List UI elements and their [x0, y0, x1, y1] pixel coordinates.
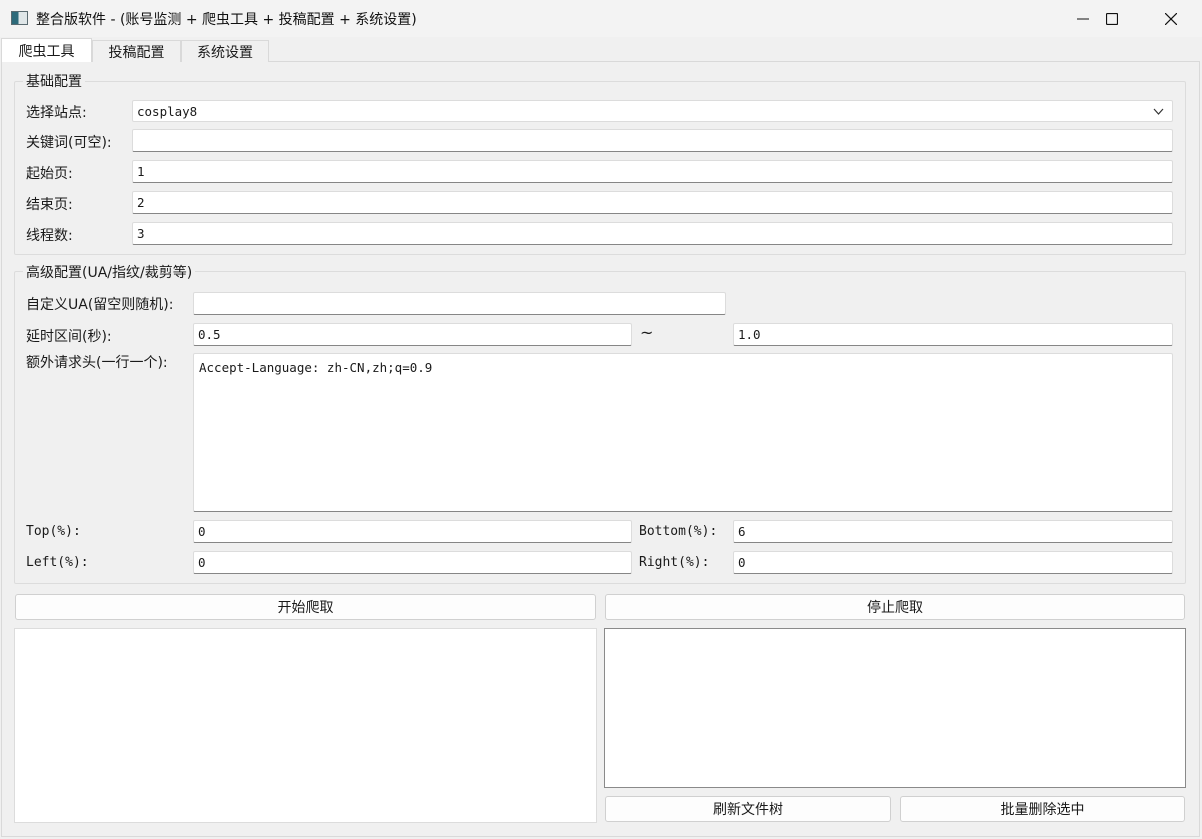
maximize-icon: [1106, 12, 1118, 25]
app-window-icon: [11, 11, 28, 25]
tab-submission-config[interactable]: 投稿配置: [92, 40, 181, 62]
close-icon: [1165, 12, 1177, 25]
crop-left-input[interactable]: 0: [193, 551, 632, 574]
start-page-input[interactable]: 1: [132, 160, 1173, 183]
title-bar: 整合版软件 - (账号监测 + 爬虫工具 + 投稿配置 + 系统设置): [0, 0, 1202, 37]
delay-max-input[interactable]: 1.0: [733, 323, 1173, 346]
tab-crawler[interactable]: 爬虫工具: [1, 38, 92, 62]
crop-right-input[interactable]: 0: [733, 551, 1173, 574]
end-page-input[interactable]: 2: [132, 191, 1173, 214]
window-title: 整合版软件 - (账号监测 + 爬虫工具 + 投稿配置 + 系统设置): [36, 12, 417, 28]
keyword-label: 关键词(可空):: [26, 135, 112, 151]
crop-top-input[interactable]: 0: [193, 520, 632, 543]
site-select-value: cosplay8: [137, 103, 198, 119]
delay-range-label: 延时区间(秒):: [26, 329, 112, 345]
extra-headers-textarea[interactable]: Accept-Language: zh-CN,zh;q=0.9: [193, 353, 1173, 512]
close-button[interactable]: [1142, 0, 1200, 37]
crop-left-label: Left(%):: [26, 555, 89, 570]
threads-label: 线程数:: [26, 228, 73, 244]
refresh-file-tree-button[interactable]: 刷新文件树: [605, 796, 891, 822]
crop-bottom-input[interactable]: 6: [733, 520, 1173, 543]
chevron-down-icon: [1153, 108, 1164, 115]
site-label: 选择站点:: [26, 105, 87, 121]
extra-headers-label: 额外请求头(一行一个):: [26, 355, 168, 371]
custom-ua-input[interactable]: [193, 292, 726, 315]
site-select[interactable]: cosplay8: [132, 100, 1173, 122]
crop-bottom-label: Bottom(%):: [639, 524, 718, 539]
start-crawl-button[interactable]: 开始爬取: [15, 594, 596, 620]
delay-min-input[interactable]: 0.5: [193, 323, 632, 346]
crop-right-label: Right(%):: [639, 555, 710, 570]
batch-delete-selected-button[interactable]: 批量删除选中: [900, 796, 1185, 822]
keyword-input[interactable]: [132, 129, 1173, 152]
start-page-label: 起始页:: [26, 166, 73, 182]
tab-system-settings[interactable]: 系统设置: [181, 40, 269, 62]
crop-top-label: Top(%):: [26, 524, 81, 539]
maximize-button[interactable]: [1083, 0, 1141, 37]
threads-input[interactable]: 3: [132, 222, 1173, 245]
log-output-panel[interactable]: [14, 628, 597, 823]
custom-ua-label: 自定义UA(留空则随机):: [26, 297, 174, 313]
stop-crawl-button[interactable]: 停止爬取: [605, 594, 1185, 620]
basic-config-title: 基础配置: [23, 71, 85, 91]
advanced-config-title: 高级配置(UA/指纹/裁剪等): [23, 262, 196, 282]
delay-separator: ~: [640, 323, 654, 342]
end-page-label: 结束页:: [26, 197, 73, 213]
file-tree-panel[interactable]: [604, 628, 1186, 788]
